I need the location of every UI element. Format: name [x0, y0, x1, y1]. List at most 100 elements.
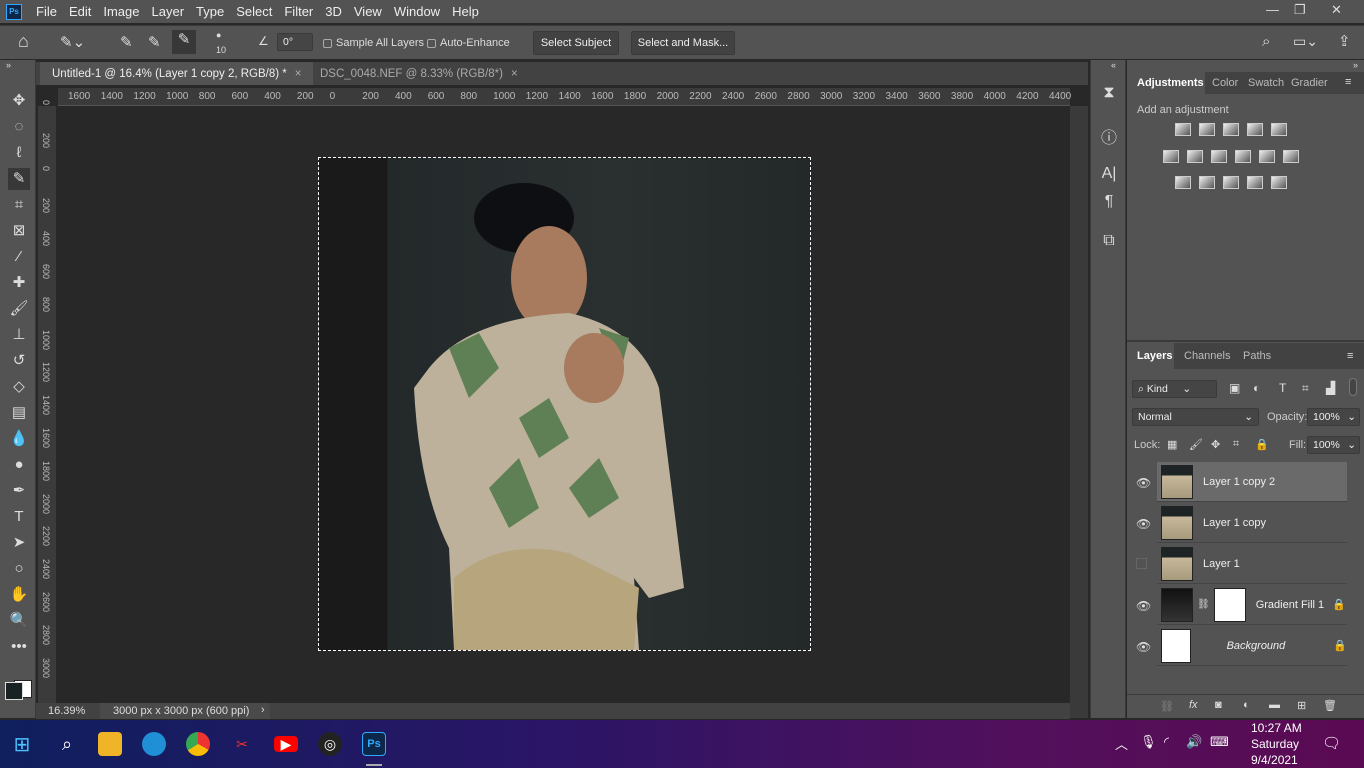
fx-icon[interactable]: fx: [1189, 699, 1198, 711]
delete-layer-icon[interactable]: 🗑: [1323, 699, 1337, 712]
start-icon[interactable]: ⊞: [10, 732, 34, 756]
layer-name[interactable]: Background: [1227, 640, 1286, 652]
brush-size[interactable]: 10: [216, 45, 226, 55]
tab-color[interactable]: Color: [1212, 77, 1238, 89]
lock-artboard-icon[interactable]: ⌗: [1233, 438, 1239, 451]
color-lookup-icon[interactable]: [1283, 150, 1299, 163]
clock-day[interactable]: Saturday: [1251, 737, 1299, 751]
select-subject-button[interactable]: Select Subject: [533, 31, 619, 55]
collapse-icon[interactable]: «: [1111, 60, 1116, 70]
minimize-button[interactable]: —: [1266, 2, 1279, 17]
wifi-icon[interactable]: ◜: [1164, 734, 1169, 750]
snipping-tool-icon[interactable]: ✂: [230, 732, 254, 756]
menu-select[interactable]: Select: [230, 4, 278, 19]
move-tool-icon[interactable]: ✥: [8, 90, 30, 112]
quick-selection-tool-icon[interactable]: ✎: [8, 168, 30, 190]
type-tool-icon[interactable]: T: [8, 506, 30, 528]
crop-tool-icon[interactable]: ⌗: [8, 194, 30, 216]
brightness-contrast-icon[interactable]: [1175, 123, 1191, 136]
tab-paths[interactable]: Paths: [1243, 350, 1271, 362]
restore-button[interactable]: ❐: [1294, 2, 1306, 18]
menu-window[interactable]: Window: [388, 4, 446, 19]
layer-name[interactable]: Gradient Fill 1: [1256, 599, 1324, 611]
expand-panels-icon[interactable]: »: [1353, 60, 1358, 70]
eraser-tool-icon[interactable]: ◇: [8, 376, 30, 398]
brush-tip-icon[interactable]: ●: [216, 30, 221, 40]
notifications-icon[interactable]: 🗨: [1322, 734, 1341, 752]
close-tab-icon[interactable]: ×: [511, 68, 518, 80]
fill-input[interactable]: 100% ⌄: [1307, 436, 1360, 454]
posterize-icon[interactable]: [1199, 176, 1215, 189]
lasso-tool-icon[interactable]: ℓ: [8, 142, 30, 164]
sample-all-layers-checkbox[interactable]: Sample All Layers: [323, 37, 424, 49]
clock-date[interactable]: 9/4/2021: [1251, 753, 1298, 767]
character-icon[interactable]: A|: [1099, 165, 1119, 183]
tab-gradients[interactable]: Gradier: [1291, 77, 1328, 89]
blend-mode-select[interactable]: Normal ⌄: [1132, 408, 1259, 426]
chrome-icon[interactable]: [186, 732, 210, 756]
show-hidden-icons-icon[interactable]: ︿: [1115, 734, 1128, 753]
edge-icon[interactable]: [142, 732, 166, 756]
select-and-mask-button[interactable]: Select and Mask...: [631, 31, 735, 55]
tab-dsc-0048[interactable]: DSC_0048.NEF @ 8.33% (RGB/8*) ×: [308, 62, 530, 85]
lock-transparent-icon[interactable]: ▦: [1167, 438, 1177, 451]
new-layer-icon[interactable]: ⊞: [1297, 699, 1306, 712]
clock-time[interactable]: 10:27 AM: [1251, 721, 1302, 735]
share-icon[interactable]: ⇪: [1338, 32, 1351, 50]
exposure-icon[interactable]: [1247, 123, 1263, 136]
obs-icon[interactable]: ◎: [318, 732, 342, 756]
libraries-icon[interactable]: ⧉: [1099, 232, 1119, 250]
youtube-icon[interactable]: ▶: [274, 736, 298, 752]
filter-shape-icon[interactable]: ⌗: [1302, 381, 1309, 396]
menu-edit[interactable]: Edit: [63, 4, 97, 19]
levels-icon[interactable]: [1199, 123, 1215, 136]
menu-3d[interactable]: 3D: [319, 4, 348, 19]
expand-icon[interactable]: »: [6, 60, 11, 70]
black-white-icon[interactable]: [1211, 150, 1227, 163]
add-mask-icon[interactable]: ◙: [1215, 699, 1222, 711]
lock-position-icon[interactable]: ✥: [1211, 438, 1220, 451]
photo-filter-icon[interactable]: [1235, 150, 1251, 163]
filter-type-icon[interactable]: T: [1279, 381, 1286, 395]
brush-tool-icon[interactable]: 🖌: [8, 298, 30, 320]
auto-enhance-checkbox[interactable]: Auto-Enhance: [427, 37, 510, 49]
filter-toggle[interactable]: [1349, 378, 1357, 396]
history-icon[interactable]: ⧗: [1099, 84, 1119, 102]
visibility-eye-icon[interactable]: 👁: [1136, 476, 1151, 490]
zoom-tool-icon[interactable]: 🔍: [8, 610, 30, 632]
visibility-toggle-off[interactable]: [1136, 558, 1147, 569]
foreground-color-swatch[interactable]: [5, 682, 23, 700]
threshold-icon[interactable]: [1223, 176, 1239, 189]
tab-layers[interactable]: Layers: [1137, 350, 1172, 362]
microphone-icon[interactable]: 🎙: [1140, 734, 1157, 750]
vibrance-icon[interactable]: [1271, 123, 1287, 136]
visibility-eye-icon[interactable]: 👁: [1136, 640, 1151, 654]
menu-type[interactable]: Type: [190, 4, 230, 19]
menu-filter[interactable]: Filter: [278, 4, 319, 19]
curves-icon[interactable]: [1223, 123, 1239, 136]
layers-menu-icon[interactable]: ≡: [1347, 350, 1353, 362]
home-icon[interactable]: ⌂: [18, 31, 29, 52]
visibility-eye-icon[interactable]: 👁: [1136, 517, 1151, 531]
tab-adjustments[interactable]: Adjustments: [1137, 77, 1204, 89]
document-canvas[interactable]: [318, 157, 811, 651]
color-balance-icon[interactable]: [1187, 150, 1203, 163]
search-icon[interactable]: ⌕: [1262, 33, 1270, 50]
link-layers-icon[interactable]: ⛓: [1160, 700, 1174, 713]
selective-color-icon[interactable]: [1247, 176, 1263, 189]
paragraph-icon[interactable]: ¶: [1099, 193, 1119, 211]
path-selection-tool-icon[interactable]: ➤: [8, 532, 30, 554]
panel-menu-icon[interactable]: ≡: [1345, 76, 1351, 88]
volume-icon[interactable]: 🔊: [1186, 734, 1202, 750]
menu-layer[interactable]: Layer: [146, 4, 191, 19]
tab-channels[interactable]: Channels: [1184, 350, 1230, 362]
more-tools-icon[interactable]: •••: [8, 636, 30, 658]
status-expand-icon[interactable]: ›: [261, 704, 265, 716]
menu-image[interactable]: Image: [97, 4, 145, 19]
filter-adjustment-icon[interactable]: ◐: [1253, 381, 1260, 395]
layer-row-layer-1-copy[interactable]: Layer 1 copy: [1157, 503, 1347, 543]
pen-tool-icon[interactable]: ✒: [8, 480, 30, 502]
new-group-icon[interactable]: ▬: [1269, 699, 1280, 711]
new-selection-icon[interactable]: ✎: [120, 33, 133, 51]
layer-row-layer-1[interactable]: Layer 1: [1157, 544, 1347, 584]
